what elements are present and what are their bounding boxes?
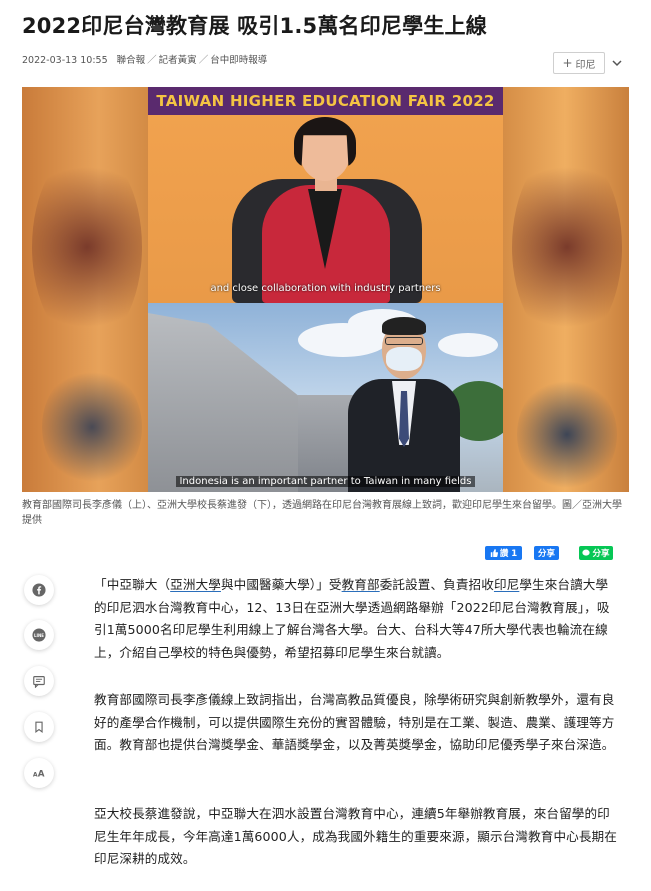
line-share-label: 分享 (592, 549, 610, 559)
photo-blur-shape (42, 367, 142, 487)
article-desk: 台中即時報導 (210, 55, 268, 66)
font-size-icon: AA (33, 770, 45, 780)
tag-link-asia-university[interactable]: 亞洲大學 (170, 577, 221, 592)
meta-separator: ／ (198, 55, 209, 66)
article-datetime: 2022-03-13 10:55 (22, 55, 108, 66)
sidebar-line-button[interactable]: LINE (24, 620, 54, 650)
article-headline: 2022印尼台灣教育展 吸引1.5萬名印尼學生上線 (22, 14, 487, 38)
video-subtitle-bottom-text: Indonesia is an important partner to Tai… (176, 476, 475, 487)
photo-blur-shape (512, 147, 622, 347)
tag-label: 印尼 (575, 59, 596, 71)
sidebar-bookmark-button[interactable] (24, 712, 54, 742)
facebook-like-label: 讚 1 (499, 549, 518, 559)
article-paragraph: 亞大校長蔡進發說，中亞聯大在泗水設置台灣教育中心，連續5年舉辦教育展，來台留學的… (94, 806, 617, 867)
article-source-link[interactable]: 聯合報 (117, 55, 146, 66)
reporter-link[interactable]: 記者黃寅 (159, 55, 197, 66)
line-share-button[interactable]: 分享 (579, 546, 613, 560)
photo-caption: 教育部國際司長李彥儀（上）、亞洲大學校長蔡進發（下），透過網路在印尼台灣教育展線… (22, 500, 622, 526)
line-icon: LINE (32, 628, 46, 642)
meta-separator: ／ (147, 55, 157, 66)
article-photo[interactable]: TAIWAN HIGHER EDUCATION FAIR 2022 and cl… (22, 87, 629, 492)
speaker-man-hair (382, 317, 426, 335)
photo-blur-shape (517, 377, 617, 492)
facebook-like-button[interactable]: 讚 1 (485, 546, 522, 560)
article-paragraph: 「中亞聯大（亞洲大學與中國醫藥大學）」受教育部委託設置、負責招收印尼學生來台讀大… (94, 574, 618, 664)
sidebar-comment-button[interactable] (24, 666, 54, 696)
thumbs-up-icon (490, 549, 498, 557)
university-building (148, 313, 298, 492)
chevron-down-icon[interactable] (610, 56, 624, 70)
paragraph-text: 委託設置、負責招收 (379, 577, 494, 592)
fair-banner: TAIWAN HIGHER EDUCATION FAIR 2022 (148, 87, 503, 115)
facebook-share-button[interactable]: 分享 (534, 546, 559, 560)
comment-icon (33, 676, 45, 688)
follow-tag-button[interactable]: + 印尼 (553, 52, 605, 74)
tag-link-ministry-of-education[interactable]: 教育部 (342, 577, 380, 592)
photo-top-panel: TAIWAN HIGHER EDUCATION FAIR 2022 and cl… (148, 87, 503, 303)
sidebar-facebook-button[interactable] (24, 575, 54, 605)
cloud-shape (438, 333, 498, 357)
speaker-man-glasses (385, 337, 423, 345)
facebook-icon (32, 583, 46, 597)
photo-blur-shape (32, 147, 142, 347)
tag-link-indonesia[interactable]: 印尼 (494, 577, 519, 592)
video-subtitle-bottom: Indonesia is an important partner to Tai… (148, 476, 503, 487)
sidebar-font-size-button[interactable]: AA (24, 758, 54, 788)
article-paragraph: 教育部國際司長李彥儀線上致詞指出，台灣高教品質優良，除學術研究與創新教學外，還有… (94, 692, 615, 753)
article-meta: 2022-03-13 10:55 聯合報／記者黃寅／台中即時報導 (22, 54, 273, 68)
plus-icon: + (562, 56, 573, 70)
photo-bottom-panel: Indonesia is an important partner to Tai… (148, 303, 503, 492)
speaker-man-mask (386, 347, 422, 371)
bookmark-icon (35, 721, 43, 733)
paragraph-text: 與中國醫藥大學）」受 (220, 577, 342, 592)
line-icon (582, 549, 591, 556)
paragraph-text: 「中亞聯大（ (94, 577, 171, 592)
video-subtitle-top: and close collaboration with industry pa… (210, 283, 441, 294)
svg-text:LINE: LINE (34, 633, 44, 638)
svg-text:A: A (38, 770, 45, 780)
